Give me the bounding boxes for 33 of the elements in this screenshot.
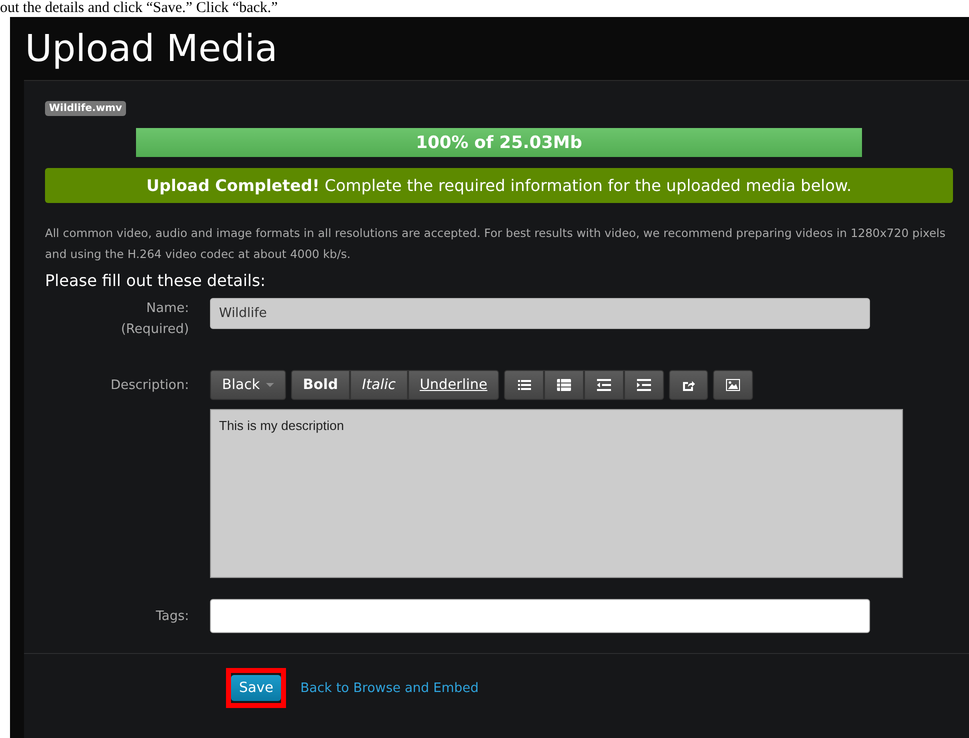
toolbar-button[interactable] [584,370,624,400]
bold-button[interactable]: Bold [290,370,350,400]
field-label: Tags: [154,608,189,626]
toolbar-button[interactable] [669,370,708,400]
back-link[interactable]: Back to Browse and Embed [300,680,479,696]
toolbar-button[interactable] [544,370,584,400]
bulleted-list-icon [517,379,532,391]
name-field[interactable]: Wildlife [210,298,870,329]
field-label: Name: [145,300,189,318]
field-label: Description: [110,377,189,395]
save-button[interactable]: Save [231,675,282,701]
instruction-text: out the details and click “Save.” Click “back.” [0,0,278,17]
color-dropdown[interactable]: Black [210,370,286,400]
toolbar-button[interactable] [504,370,544,400]
form-heading: Please fill out these details: [45,271,267,290]
tags-field[interactable] [210,599,870,633]
outdent-icon [597,379,612,391]
italic-button[interactable]: Italic [350,370,408,400]
progress-text: 100% of 25.03Mb [416,132,582,152]
share-icon [682,378,696,392]
toolbar-button[interactable] [624,370,664,400]
indent-icon [637,379,652,391]
toolbar-button[interactable] [713,370,754,400]
list-icon [557,379,572,391]
required-note: (Required) [120,321,189,339]
caret-icon [266,383,274,387]
success-alert: Upload Completed! Complete the required information for the uploaded media below. [45,168,953,203]
file-name-label: Wildlife.wmv [45,101,126,116]
page-title: Upload Media [24,26,279,72]
description-field[interactable]: This is my description [210,409,903,578]
info-text: All common video, audio and image formats in all resolutions are accepted. For best results with video, we recommend preparing videos in 1280x720 pixels and using the H.264 video codec at about 4000 kb/s. [45,225,946,263]
underline-button[interactable]: Underline [408,370,500,400]
image-icon [726,379,740,391]
